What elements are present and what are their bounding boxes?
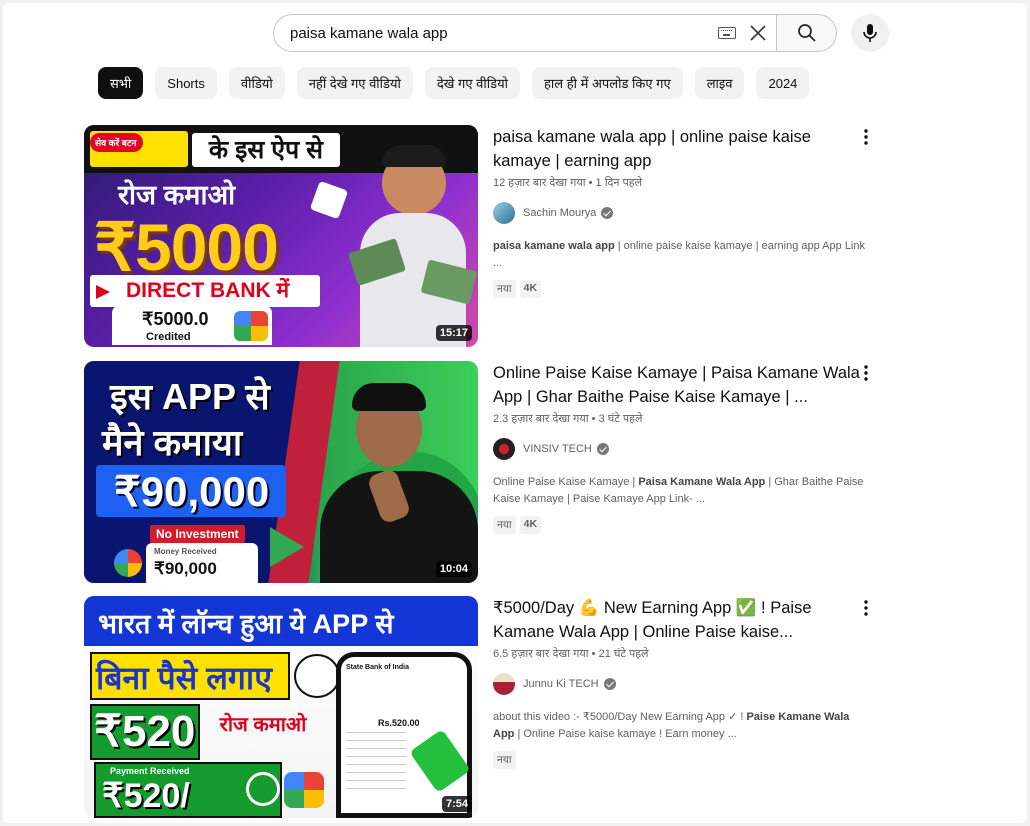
video-result: भारत में लॉन्च हुआ ये APP से बिना पैसे ल…	[84, 596, 884, 818]
filter-chips: सभी Shorts वीडियो नहीं देखे गए वीडियो दे…	[98, 67, 810, 99]
chip-videos[interactable]: वीडियो	[228, 67, 285, 99]
more-options-icon[interactable]	[854, 125, 878, 149]
thumbnail-text: ₹520	[94, 707, 196, 756]
video-title[interactable]: paisa kamane wala app | online paise kai…	[493, 125, 873, 173]
chip-live[interactable]: लाइव	[694, 67, 745, 99]
video-description: Online Paise Kaise Kamaye | Paisa Kamane…	[493, 474, 873, 508]
thumbnail-text: रोज कमाओ	[219, 714, 307, 736]
video-info: paisa kamane wala app | online paise kai…	[493, 125, 873, 298]
thumbnail-text: ₹5000.0	[142, 309, 209, 329]
channel-avatar[interactable]	[493, 202, 515, 224]
verified-icon	[596, 443, 609, 455]
video-info: ₹5000/Day 💪 New Earning App ✅ ! Paise Ka…	[493, 596, 873, 769]
thumbnail-text: ₹90,000	[154, 559, 217, 578]
thumbnail-text: Money Received	[154, 547, 217, 556]
video-thumbnail[interactable]: भारत में लॉन्च हुआ ये APP से बिना पैसे ल…	[84, 596, 478, 818]
save-pin-badge[interactable]: सेव करें बटन	[90, 133, 144, 152]
video-duration: 15:17	[435, 325, 472, 341]
chip-shorts[interactable]: Shorts	[155, 67, 217, 99]
channel-name[interactable]: Sachin Mourya	[523, 207, 596, 219]
view-count: 6.5 हज़ार बार देखा गया	[493, 648, 589, 660]
new-badge: नया	[493, 516, 516, 534]
thumbnail-text: Credited	[146, 331, 191, 343]
video-thumbnail[interactable]: इस APP से मैने कमाया ₹90,000 No Investme…	[84, 361, 478, 583]
thumbnail-text: भारत में लॉन्च हुआ ये APP से	[98, 609, 394, 639]
badges: नया 4K	[493, 280, 873, 298]
badges: नया	[493, 751, 873, 769]
view-count: 2.3 हज़ार बार देखा गया	[493, 413, 589, 425]
thumbnail-text: DIRECT BANK में	[90, 275, 320, 307]
channel-name[interactable]: Junnu Ki TECH	[523, 678, 599, 690]
video-thumbnail[interactable]: सेव करें बटन के इस ऐप से रोज कमाओ ₹5000 …	[84, 125, 478, 347]
4k-badge: 4K	[519, 516, 542, 534]
video-result: सेव करें बटन के इस ऐप से रोज कमाओ ₹5000 …	[84, 125, 884, 347]
description-highlight: Paisa Kamane Wala App	[638, 476, 766, 488]
chip-watched[interactable]: देखे गए वीडियो	[424, 67, 520, 99]
new-badge: नया	[493, 751, 516, 769]
thumbnail-text: Rs.520.00	[378, 718, 420, 728]
description-text: Online Paise Kaise Kamaye |	[493, 476, 639, 488]
chip-all[interactable]: सभी	[98, 67, 144, 99]
badges: नया 4K	[493, 516, 873, 534]
keyboard-icon[interactable]	[718, 27, 736, 39]
description-highlight: paisa kamane wala app	[493, 240, 615, 252]
video-duration: 10:04	[435, 561, 472, 577]
video-meta: 12 हज़ार बार देखा गया • 1 दिन पहले	[493, 177, 643, 189]
video-description: paisa kamane wala app | online paise kai…	[493, 238, 873, 272]
search-input[interactable]	[290, 24, 700, 42]
thumbnail-text: मैने कमाया	[102, 422, 243, 463]
video-meta: 6.5 हज़ार बार देखा गया • 21 घंटे पहले	[493, 648, 649, 660]
video-info: Online Paise Kaise Kamaye | Paisa Kamane…	[493, 361, 873, 534]
thumbnail-text: रोज कमाओ	[118, 180, 236, 210]
more-options-icon[interactable]	[854, 596, 878, 620]
chip-unwatched[interactable]: नहीं देखे गए वीडियो	[296, 67, 413, 99]
thumbnail-text: ₹90,000	[114, 468, 270, 515]
video-result: इस APP से मैने कमाया ₹90,000 No Investme…	[84, 361, 884, 583]
upload-age: 1 दिन पहले	[595, 177, 643, 189]
chip-recently-uploaded[interactable]: हाल ही में अपलोड किए गए	[532, 67, 683, 99]
channel-avatar[interactable]	[493, 673, 515, 695]
search-button[interactable]	[776, 14, 837, 52]
video-title[interactable]: ₹5000/Day 💪 New Earning App ✅ ! Paise Ka…	[493, 596, 873, 644]
upload-age: 21 घंटे पहले	[598, 648, 649, 660]
search-box	[273, 14, 776, 52]
channel-link[interactable]: VINSIV TECH	[493, 438, 873, 460]
channel-name[interactable]: VINSIV TECH	[523, 443, 592, 455]
description-text: | Online Paise kaise kamaye ! Earn money…	[514, 728, 737, 740]
video-description: about this video :- ₹5000/Day New Earnin…	[493, 709, 873, 743]
channel-link[interactable]: Sachin Mourya	[493, 202, 873, 224]
thumbnail-text: Payment Received	[110, 766, 190, 776]
clear-icon[interactable]	[748, 23, 768, 43]
video-duration: 7:54	[441, 796, 472, 812]
verified-icon	[601, 207, 614, 219]
thumbnail-text: State Bank of India	[346, 664, 410, 671]
youtube-search-page: सभी Shorts वीडियो नहीं देखे गए वीडियो दे…	[3, 3, 1027, 823]
4k-badge: 4K	[519, 280, 542, 298]
thumbnail-text: No Investment	[150, 525, 245, 543]
verified-icon	[603, 678, 616, 690]
video-meta: 2.3 हज़ार बार देखा गया • 3 घंटे पहले	[493, 413, 643, 425]
thumbnail-text: के इस ऐप से	[192, 133, 340, 167]
voice-search-button[interactable]	[851, 14, 889, 52]
search-icon	[797, 24, 816, 42]
thumbnail-text: बिना पैसे लगाए	[96, 660, 272, 696]
microphone-icon	[863, 24, 877, 42]
search-bar	[273, 14, 889, 52]
thumbnail-text: ₹520/	[102, 777, 190, 815]
channel-avatar[interactable]	[493, 438, 515, 460]
more-options-icon[interactable]	[854, 361, 878, 385]
new-badge: नया	[493, 280, 516, 298]
channel-link[interactable]: Junnu Ki TECH	[493, 673, 873, 695]
video-title[interactable]: Online Paise Kaise Kamaye | Paisa Kamane…	[493, 361, 873, 409]
chip-2024[interactable]: 2024	[756, 67, 810, 99]
view-count: 12 हज़ार बार देखा गया	[493, 177, 586, 189]
description-text: about this video :- ₹5000/Day New Earnin…	[493, 711, 747, 723]
thumbnail-text: इस APP से	[110, 376, 270, 417]
upload-age: 3 घंटे पहले	[598, 413, 643, 425]
